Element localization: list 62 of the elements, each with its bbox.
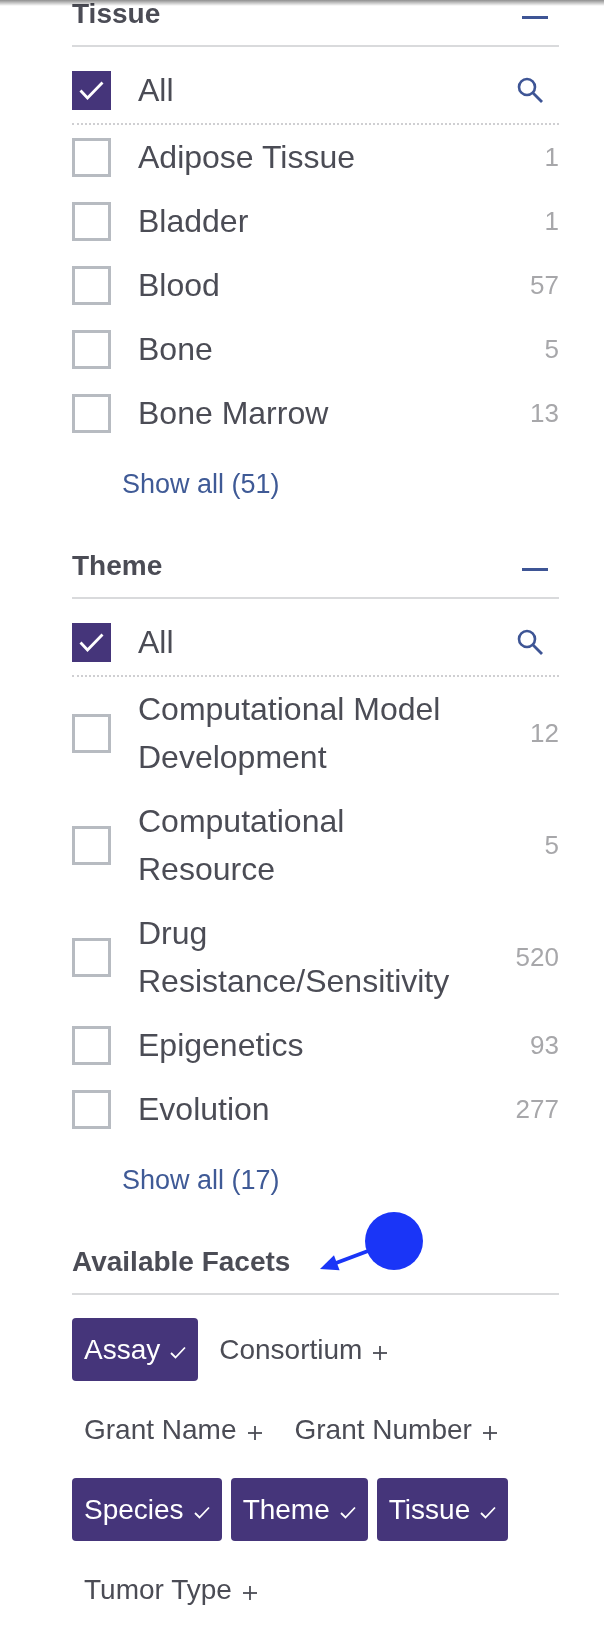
option-label: Computational Model Development [138, 690, 442, 777]
option-label: Epigenetics [138, 1026, 305, 1065]
search-icon[interactable] [517, 629, 543, 655]
facet-button[interactable]: Consortium [207, 1318, 400, 1381]
checkbox[interactable] [72, 622, 111, 662]
plus-icon [242, 1585, 257, 1600]
facet-button[interactable]: Grant Number [282, 1398, 509, 1461]
option-label: All [138, 71, 174, 110]
option-label: All [138, 623, 174, 662]
checkbox[interactable] [72, 937, 111, 977]
plus-icon [373, 1345, 388, 1360]
section-title: Available Facets [72, 1248, 291, 1276]
search-icon[interactable] [517, 77, 543, 103]
option-label: Drug Resistance/Sensitivity [138, 914, 451, 1001]
checkbox[interactable] [72, 825, 111, 865]
checkbox[interactable] [72, 265, 111, 305]
checkbox[interactable] [72, 713, 111, 753]
option-count: 520 [515, 941, 559, 973]
facet-button[interactable]: Tissue [376, 1478, 509, 1541]
checkbox[interactable] [72, 137, 111, 177]
facet-button[interactable]: Grant Name [72, 1398, 274, 1461]
check-icon [480, 1506, 497, 1519]
section-title: Theme [72, 552, 163, 580]
facet-button[interactable]: Species [72, 1478, 222, 1541]
checkbox[interactable] [72, 1025, 111, 1065]
option-label: Bone Marrow [138, 394, 330, 433]
option-count: 5 [544, 333, 559, 365]
option-label: Blood [138, 266, 221, 305]
section-title: Tissue [72, 0, 161, 28]
option-count: 1 [544, 141, 559, 173]
option-label: Bone [138, 330, 214, 369]
facet-button[interactable]: Theme [230, 1478, 368, 1541]
callout-arrow-icon [320, 1212, 424, 1271]
option-count: 57 [530, 269, 559, 301]
checkbox[interactable] [72, 1089, 111, 1129]
option-count: 93 [530, 1029, 559, 1061]
option-label: Bladder [138, 202, 250, 241]
check-icon [339, 1506, 356, 1519]
option-label: Evolution [138, 1090, 271, 1129]
plus-icon [482, 1425, 497, 1440]
option-count: 13 [530, 397, 559, 429]
option-label: Adipose Tissue [138, 138, 356, 177]
checkbox[interactable] [72, 329, 111, 369]
facet-button[interactable]: Tumor Type [72, 1558, 269, 1621]
check-icon [79, 80, 104, 100]
show-all-link[interactable]: Show all (51) [122, 465, 280, 503]
checkbox[interactable] [72, 201, 111, 241]
option-count: 5 [544, 829, 559, 861]
option-label: Computational Resource [138, 802, 346, 889]
checkbox[interactable] [72, 70, 111, 110]
option-count: 277 [515, 1093, 559, 1125]
option-count: 1 [544, 205, 559, 237]
check-icon [79, 632, 104, 652]
plus-icon [247, 1425, 262, 1440]
minus-icon[interactable] [522, 15, 548, 19]
check-icon [193, 1506, 210, 1519]
checkbox[interactable] [72, 393, 111, 433]
facet-button[interactable]: Assay [72, 1318, 199, 1381]
check-icon [170, 1346, 187, 1359]
show-all-link[interactable]: Show all (17) [122, 1161, 280, 1199]
option-count: 12 [530, 717, 559, 749]
minus-icon[interactable] [522, 567, 548, 571]
